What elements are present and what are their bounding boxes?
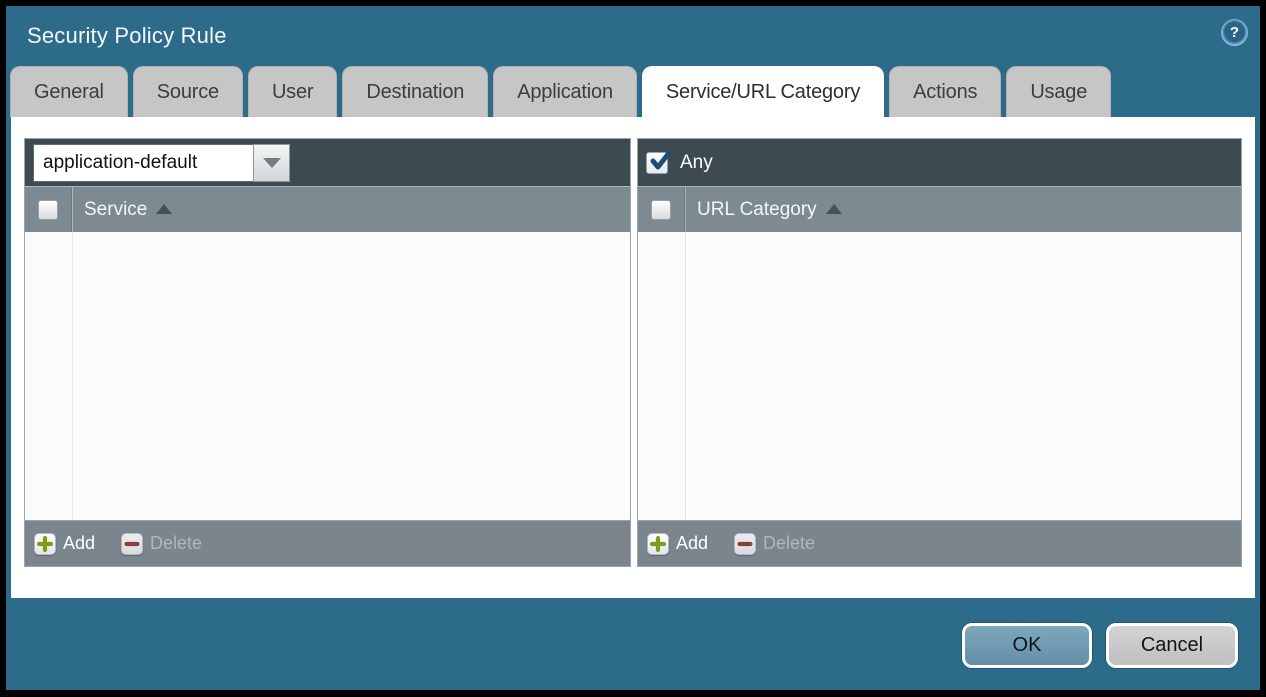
service-panel-footer: Add Delete xyxy=(25,520,630,566)
url-category-panel-toolbar: Any xyxy=(638,139,1241,186)
sort-asc-icon xyxy=(826,204,842,214)
help-icon[interactable]: ? xyxy=(1221,19,1248,46)
url-category-select-all-checkbox[interactable] xyxy=(651,200,671,220)
service-select-all-checkbox[interactable] xyxy=(38,200,58,220)
tab-destination[interactable]: Destination xyxy=(342,66,488,117)
add-button-label: Add xyxy=(676,533,708,554)
service-list xyxy=(25,232,630,520)
chevron-down-icon xyxy=(263,158,281,168)
minus-icon xyxy=(121,533,143,555)
tab-service-url-category[interactable]: Service/URL Category xyxy=(642,66,884,117)
url-category-column-header[interactable]: URL Category xyxy=(697,199,817,221)
service-table-header: Service xyxy=(25,186,630,232)
ok-button[interactable]: OK xyxy=(962,623,1092,668)
delete-button-label: Delete xyxy=(150,533,202,554)
tab-general[interactable]: General xyxy=(10,66,128,117)
tab-usage[interactable]: Usage xyxy=(1006,66,1111,117)
service-panel-toolbar xyxy=(25,139,630,186)
service-type-dropdown-button[interactable] xyxy=(253,144,290,182)
security-policy-rule-dialog: Security Policy Rule ? General Source Us… xyxy=(6,6,1260,690)
url-category-delete-button[interactable]: Delete xyxy=(734,533,815,555)
tab-user[interactable]: User xyxy=(248,66,337,117)
tab-actions[interactable]: Actions xyxy=(889,66,1001,117)
service-type-combo xyxy=(33,144,290,182)
tab-application[interactable]: Application xyxy=(493,66,637,117)
url-category-table-header: URL Category xyxy=(638,186,1241,232)
minus-icon xyxy=(734,533,756,555)
service-panel: Service Add xyxy=(24,138,631,567)
url-category-list xyxy=(638,232,1241,520)
sort-asc-icon xyxy=(156,204,172,214)
url-category-panel: Any URL Category xyxy=(637,138,1242,567)
any-checkbox[interactable] xyxy=(646,152,668,174)
url-category-add-button[interactable]: Add xyxy=(647,533,708,555)
plus-icon xyxy=(34,533,56,555)
cancel-button[interactable]: Cancel xyxy=(1106,623,1238,668)
delete-button-label: Delete xyxy=(763,533,815,554)
url-category-panel-footer: Add Delete xyxy=(638,520,1241,566)
tab-content: Service Add xyxy=(11,117,1255,598)
tab-source[interactable]: Source xyxy=(133,66,243,117)
add-button-label: Add xyxy=(63,533,95,554)
tab-bar: General Source User Destination Applicat… xyxy=(6,66,1260,117)
service-add-button[interactable]: Add xyxy=(34,533,95,555)
any-label: Any xyxy=(680,152,713,174)
page-title: Security Policy Rule xyxy=(27,23,227,49)
service-type-input[interactable] xyxy=(33,144,253,182)
dialog-button-bar: OK Cancel xyxy=(6,598,1260,690)
title-bar: Security Policy Rule ? xyxy=(6,6,1260,66)
service-delete-button[interactable]: Delete xyxy=(121,533,202,555)
plus-icon xyxy=(647,533,669,555)
service-column-header[interactable]: Service xyxy=(84,199,147,221)
